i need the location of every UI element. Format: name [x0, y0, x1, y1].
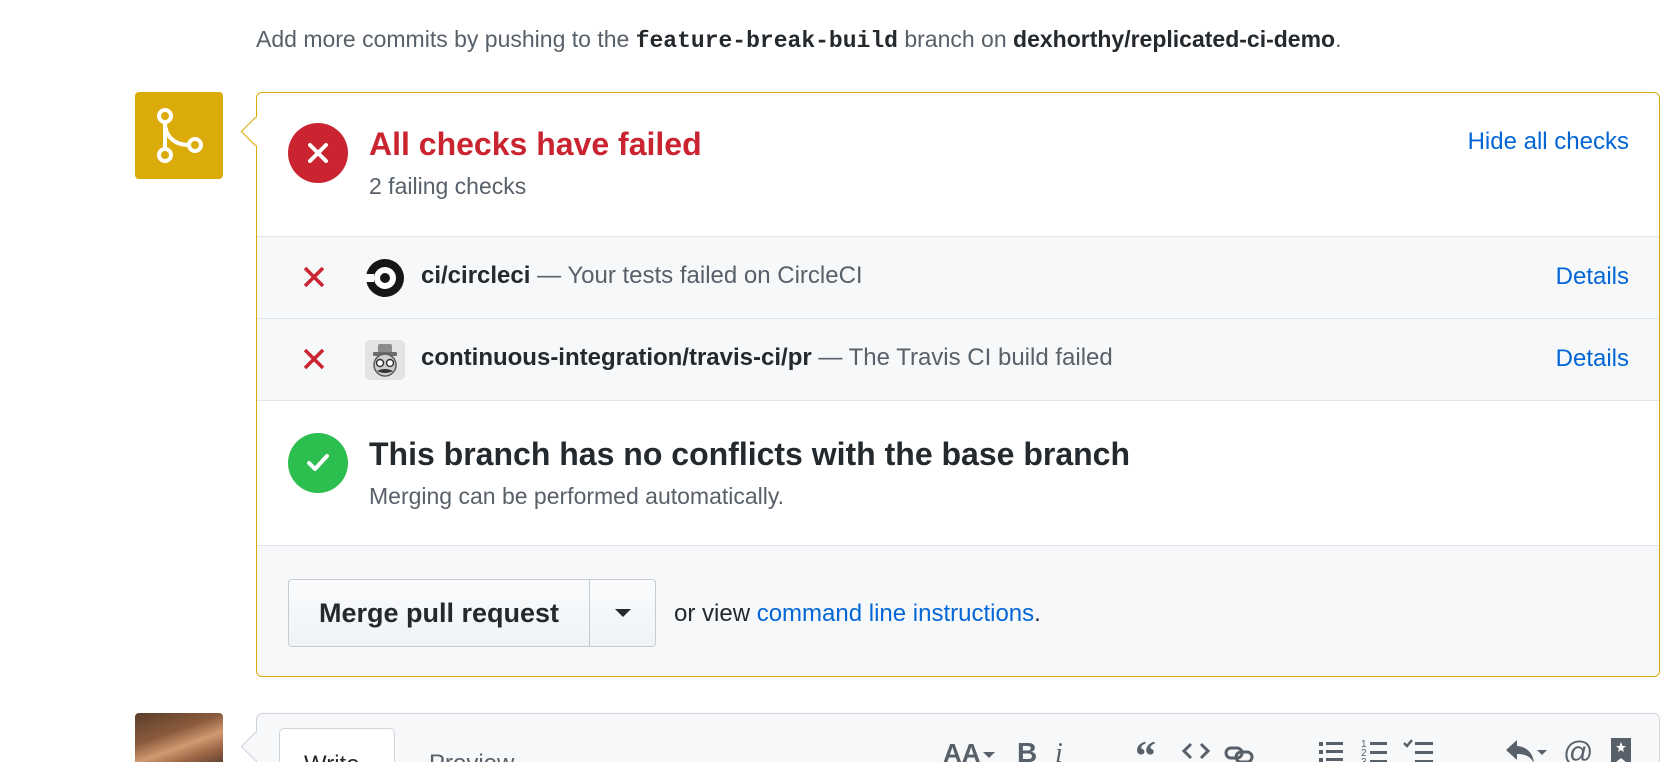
- x-icon: [302, 347, 326, 376]
- check-description: — The Travis CI build failed: [818, 344, 1113, 371]
- command-line-instructions-link[interactable]: command line instructions: [757, 600, 1034, 627]
- task-list-icon[interactable]: [1403, 736, 1435, 762]
- tab-preview[interactable]: Preview: [429, 750, 514, 762]
- reply-icon[interactable]: [1503, 736, 1549, 762]
- mention-icon[interactable]: @: [1563, 736, 1595, 762]
- svg-text:“: “: [1135, 736, 1156, 762]
- caret-down-icon: [614, 609, 631, 617]
- push-hint-middle: branch on: [904, 26, 1007, 52]
- push-hint-suffix: .: [1335, 26, 1342, 52]
- link-icon[interactable]: [1223, 736, 1257, 762]
- command-line-suffix: .: [1034, 600, 1041, 627]
- conflicts-title: This branch has no conflicts with the ba…: [369, 436, 1131, 472]
- conflicts-subtitle: Merging can be performed automatically.: [369, 483, 785, 509]
- ordered-list-icon[interactable]: 123: [1361, 736, 1389, 762]
- check-icon: [307, 454, 329, 471]
- check-row: ci/circleci — Your tests failed on Circl…: [257, 237, 1659, 319]
- avatar: [135, 713, 223, 762]
- push-hint-prefix: Add more commits by pushing to the: [256, 26, 630, 52]
- x-icon: [308, 143, 328, 163]
- svg-text:3: 3: [1361, 757, 1367, 762]
- check-name: continuous-integration/travis-ci/pr: [421, 344, 812, 371]
- code-icon[interactable]: [1181, 736, 1211, 762]
- conflicts-section: This branch has no conflicts with the ba…: [257, 401, 1659, 546]
- merge-actions: Merge pull request or view command line …: [257, 546, 1659, 676]
- x-icon: [302, 265, 326, 294]
- travis-ci-logo-icon: [365, 340, 405, 380]
- checks-title: All checks have failed: [369, 126, 702, 162]
- checks-subtitle: 2 failing checks: [369, 173, 527, 199]
- svg-text:i: i: [1055, 738, 1063, 762]
- check-row: continuous-integration/travis-ci/pr — Th…: [257, 319, 1659, 401]
- quote-icon[interactable]: “: [1135, 734, 1163, 762]
- comment-form: Write Preview AA B i “ 123 @: [256, 713, 1660, 762]
- repo-name: dexhorthy/replicated-ci-demo: [1013, 26, 1336, 52]
- branch-name: feature-break-build: [635, 28, 898, 54]
- check-details-link[interactable]: Details: [1556, 345, 1629, 373]
- merge-pull-request-button[interactable]: Merge pull request: [288, 579, 589, 647]
- checks-failed-badge: [288, 123, 348, 183]
- check-name: ci/circleci: [421, 262, 531, 289]
- merge-box: All checks have failed 2 failing checks …: [256, 92, 1660, 677]
- push-hint: Add more commits by pushing to the featu…: [256, 26, 1342, 54]
- git-merge-icon: [157, 108, 203, 163]
- merge-status-icon-box: [135, 92, 223, 179]
- header-icon[interactable]: AA: [943, 736, 997, 762]
- unordered-list-icon[interactable]: [1317, 736, 1345, 762]
- command-line-hint: or view command line instructions.: [674, 600, 1041, 628]
- hide-all-checks-link[interactable]: Hide all checks: [1468, 128, 1629, 156]
- tab-write[interactable]: Write: [279, 728, 395, 762]
- svg-text:B: B: [1017, 737, 1037, 762]
- bold-icon[interactable]: B: [1017, 736, 1039, 762]
- svg-text:AA: AA: [943, 738, 981, 762]
- check-context: ci/circleci — Your tests failed on Circl…: [421, 262, 863, 290]
- check-description: — Your tests failed on CircleCI: [537, 262, 863, 289]
- italic-icon[interactable]: i: [1053, 736, 1069, 762]
- command-line-prefix: or view: [674, 600, 751, 627]
- check-context: continuous-integration/travis-ci/pr — Th…: [421, 344, 1113, 372]
- svg-text:@: @: [1563, 736, 1593, 762]
- merge-method-dropdown[interactable]: [589, 579, 656, 647]
- no-conflicts-badge: [288, 433, 348, 493]
- circleci-logo-icon: [365, 258, 405, 298]
- checks-summary: All checks have failed 2 failing checks …: [257, 93, 1659, 237]
- bookmark-icon[interactable]: [1609, 736, 1633, 762]
- check-details-link[interactable]: Details: [1556, 263, 1629, 291]
